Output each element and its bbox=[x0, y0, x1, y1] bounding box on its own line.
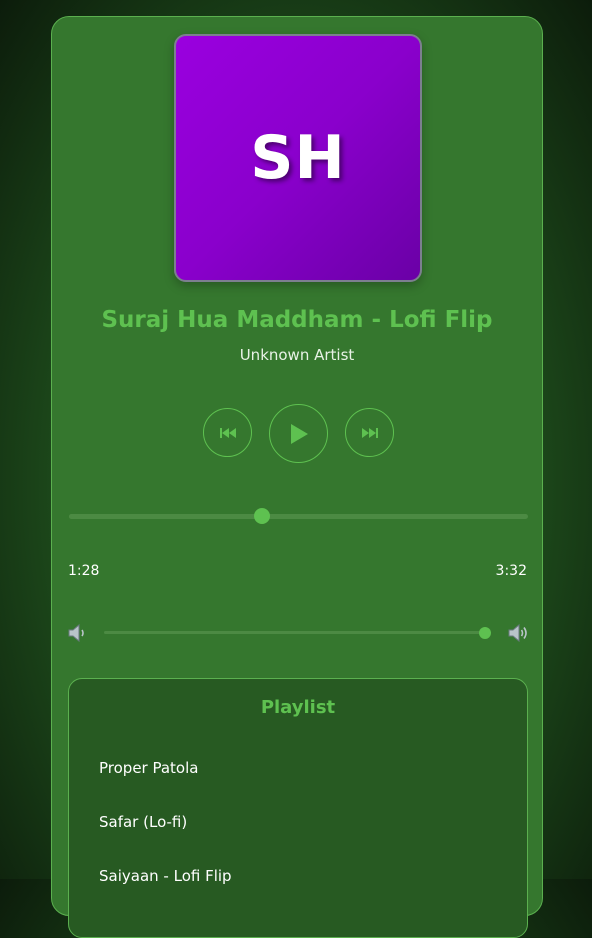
current-time: 1:28 bbox=[68, 563, 100, 579]
duration-time: 3:32 bbox=[495, 563, 527, 579]
playlist-title: Playlist bbox=[260, 697, 336, 718]
skip-previous-icon bbox=[219, 427, 236, 438]
playlist-item[interactable]: Proper Patola bbox=[99, 759, 198, 777]
play-button[interactable] bbox=[269, 404, 328, 463]
cover-initials: SH bbox=[250, 123, 346, 193]
playlist-panel: Playlist Proper Patola Safar (Lo-fi) Sai… bbox=[68, 678, 528, 938]
playlist-item[interactable]: Safar (Lo-fi) bbox=[99, 813, 187, 831]
speaker-low-icon bbox=[68, 623, 84, 643]
player-card: SH Suraj Hua Maddham - Lofi Flip Unknown… bbox=[51, 16, 543, 938]
song-artist: Unknown Artist bbox=[239, 346, 355, 364]
volume-thumb[interactable] bbox=[479, 627, 492, 639]
volume-slider[interactable] bbox=[104, 627, 492, 639]
playlist-item[interactable]: Saiyaan - Lofi Flip bbox=[99, 867, 232, 885]
album-cover: SH bbox=[174, 34, 422, 282]
progress-bar[interactable] bbox=[69, 508, 528, 524]
song-title: Suraj Hua Maddham - Lofi Flip bbox=[101, 307, 493, 333]
volume-low-button[interactable] bbox=[67, 622, 89, 644]
volume-high-button[interactable] bbox=[507, 622, 529, 644]
play-icon bbox=[290, 423, 308, 444]
progress-thumb[interactable] bbox=[253, 508, 270, 524]
progress-fill bbox=[69, 514, 262, 519]
speaker-high-icon bbox=[508, 623, 527, 643]
previous-button[interactable] bbox=[203, 408, 252, 457]
next-button[interactable] bbox=[345, 408, 394, 457]
skip-next-icon bbox=[361, 427, 378, 438]
